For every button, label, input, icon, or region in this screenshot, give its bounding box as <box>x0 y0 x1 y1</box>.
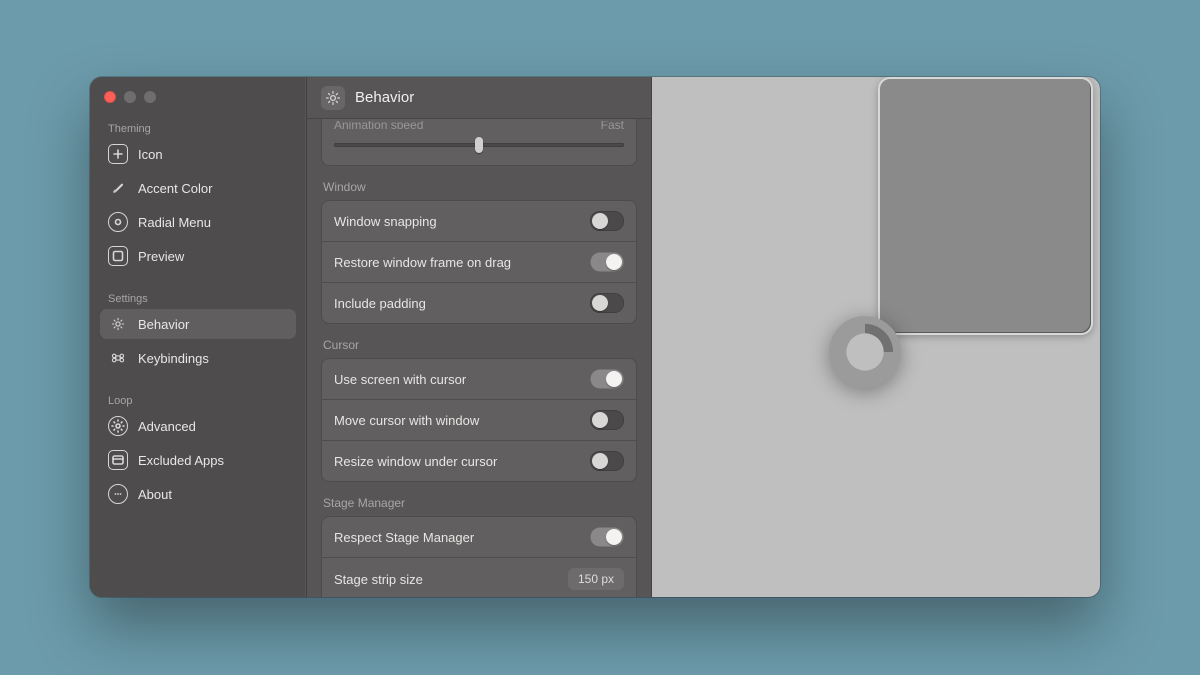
cursor-group: Use screen with cursor Move cursor with … <box>321 358 637 482</box>
stage-strip-row: Stage strip size 150 px <box>322 558 636 590</box>
sidebar-item-label: About <box>138 487 172 502</box>
sidebar-section-settings: Settings <box>100 287 296 309</box>
window-snapping-label: Window snapping <box>334 214 437 229</box>
app-icon-icon <box>108 144 128 164</box>
window-snapping-toggle[interactable] <box>590 211 624 231</box>
group-label-cursor: Cursor <box>321 324 637 358</box>
sidebar-item-advanced[interactable]: Advanced <box>100 411 296 441</box>
window-group: Window snapping Restore window frame on … <box>321 200 637 324</box>
restore-frame-row: Restore window frame on drag <box>322 241 636 282</box>
sidebar-item-behavior[interactable]: Behavior <box>100 309 296 339</box>
group-label-stage: Stage Manager <box>321 482 637 516</box>
sidebar-item-label: Advanced <box>138 419 196 434</box>
move-cursor-row: Move cursor with window <box>322 399 636 440</box>
sidebar-item-label: Keybindings <box>138 351 209 366</box>
move-cursor-label: Move cursor with window <box>334 413 479 428</box>
stage-group: Respect Stage Manager Stage strip size 1… <box>321 516 637 597</box>
panel-content[interactable]: Animation speed Fast Window Window snapp… <box>307 119 651 597</box>
sidebar-item-label: Preview <box>138 249 184 264</box>
restore-frame-toggle[interactable] <box>590 252 624 272</box>
use-screen-cursor-toggle[interactable] <box>590 369 624 389</box>
preview-icon <box>108 246 128 266</box>
resize-under-cursor-toggle[interactable] <box>590 451 624 471</box>
sidebar-section-loop: Loop <box>100 389 296 411</box>
sidebar-item-about[interactable]: About <box>100 479 296 509</box>
stage-strip-value[interactable]: 150 px <box>568 568 624 590</box>
sidebar-item-preview[interactable]: Preview <box>100 241 296 271</box>
preview-window-thumbnail <box>878 77 1093 335</box>
window-snapping-row: Window snapping <box>322 201 636 241</box>
use-screen-cursor-row: Use screen with cursor <box>322 359 636 399</box>
sidebar-item-accent-color[interactable]: Accent Color <box>100 173 296 203</box>
sidebar-item-label: Accent Color <box>138 181 212 196</box>
stage-strip-label: Stage strip size <box>334 572 423 587</box>
sidebar-item-keybindings[interactable]: Keybindings <box>100 343 296 373</box>
sidebar-item-label: Icon <box>138 147 163 162</box>
close-window-button[interactable] <box>104 91 116 103</box>
settings-panel: Behavior Animation speed Fast Window Win… <box>307 77 652 597</box>
sidebar-item-label: Excluded Apps <box>138 453 224 468</box>
minimize-window-button[interactable] <box>124 91 136 103</box>
gear-icon <box>321 86 345 110</box>
zoom-window-button[interactable] <box>144 91 156 103</box>
animation-speed-card: Animation speed Fast <box>321 119 637 166</box>
group-label-window: Window <box>321 166 637 200</box>
resize-under-cursor-row: Resize window under cursor <box>322 440 636 481</box>
settings-window: Theming Icon Accent Color Radial Menu Pr… <box>90 77 1100 597</box>
advanced-gear-icon <box>108 416 128 436</box>
animation-speed-slider[interactable] <box>334 137 624 153</box>
use-screen-cursor-label: Use screen with cursor <box>334 372 466 387</box>
resize-under-cursor-label: Resize window under cursor <box>334 454 497 469</box>
move-cursor-toggle[interactable] <box>590 410 624 430</box>
sidebar: Theming Icon Accent Color Radial Menu Pr… <box>90 77 307 597</box>
gear-icon <box>108 314 128 334</box>
sidebar-item-excluded-apps[interactable]: Excluded Apps <box>100 445 296 475</box>
respect-stage-row: Respect Stage Manager <box>322 517 636 558</box>
sidebar-section-theming: Theming <box>100 117 296 139</box>
sidebar-item-label: Behavior <box>138 317 189 332</box>
include-padding-toggle[interactable] <box>590 293 624 313</box>
animation-speed-label: Animation speed <box>334 121 423 129</box>
brush-icon <box>108 178 128 198</box>
command-icon <box>108 348 128 368</box>
panel-title: Behavior <box>355 89 414 106</box>
respect-stage-toggle[interactable] <box>590 527 624 547</box>
animation-speed-value: Fast <box>601 121 624 129</box>
include-padding-row: Include padding <box>322 282 636 323</box>
restore-frame-label: Restore window frame on drag <box>334 255 511 270</box>
sidebar-item-label: Radial Menu <box>138 215 211 230</box>
include-padding-label: Include padding <box>334 296 426 311</box>
sidebar-item-icon[interactable]: Icon <box>100 139 296 169</box>
preview-pane <box>652 77 1100 597</box>
chat-bubble-icon <box>108 484 128 504</box>
window-traffic-lights <box>100 88 296 117</box>
excluded-apps-icon <box>108 450 128 470</box>
panel-header: Behavior <box>307 77 651 119</box>
sidebar-item-radial-menu[interactable]: Radial Menu <box>100 207 296 237</box>
radial-menu-preview-icon <box>826 313 904 391</box>
target-icon <box>108 212 128 232</box>
respect-stage-label: Respect Stage Manager <box>334 530 474 545</box>
